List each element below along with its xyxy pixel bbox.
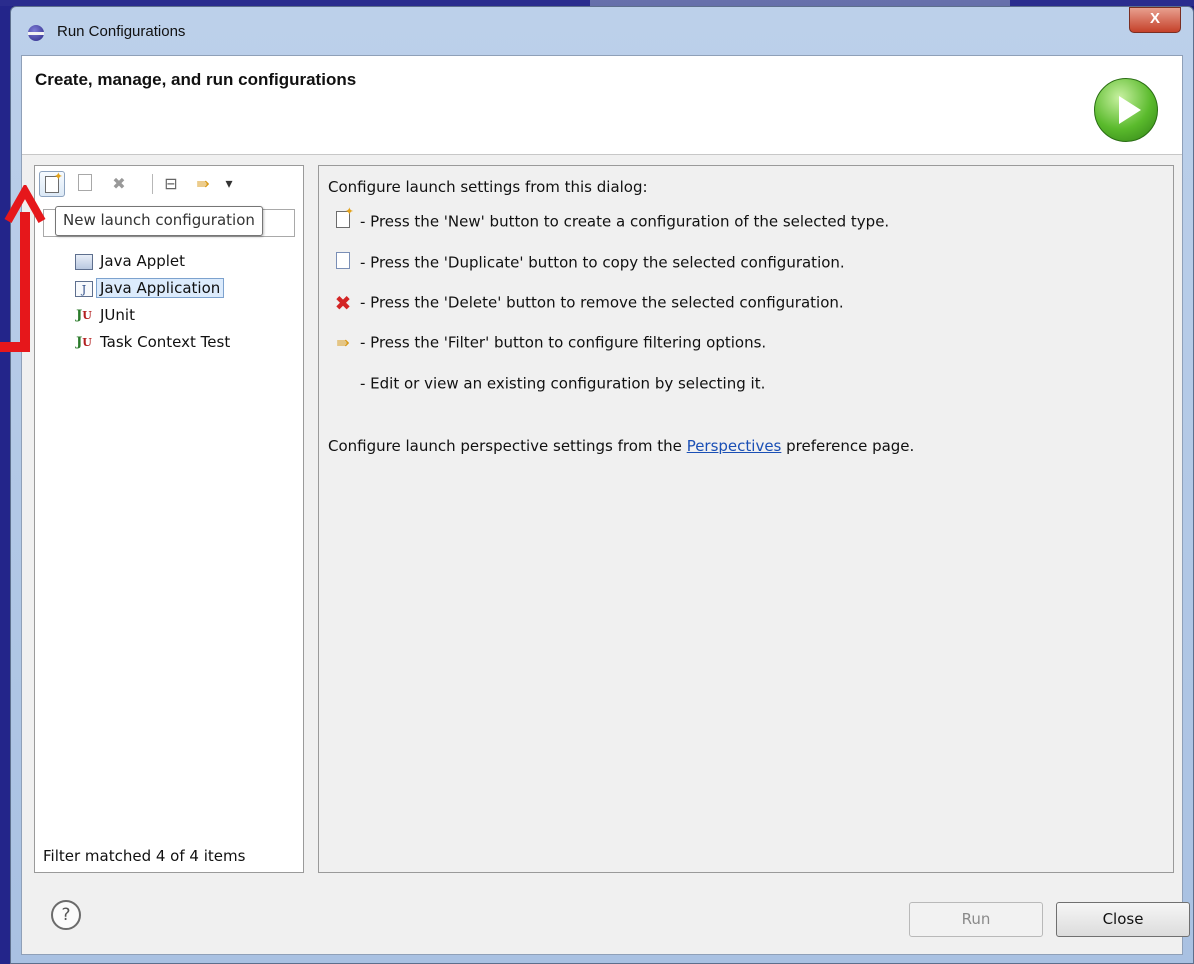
duplicate-icon	[332, 251, 354, 274]
configuration-tree: Java Applet J Java Application JU JUnit JU…	[75, 248, 230, 356]
tree-item-label: Task Context Test	[100, 333, 231, 351]
task-context-test-icon: JU	[76, 334, 92, 350]
chevron-down-icon[interactable]: ▾	[219, 174, 239, 194]
help-button[interactable]: ?	[51, 900, 81, 930]
tree-item-label: JUnit	[100, 306, 135, 324]
dialog-header: Create, manage, and run configurations	[22, 56, 1182, 155]
eclipse-icon	[28, 25, 44, 41]
dialog-client-area: Create, manage, and run configurations ✦…	[21, 55, 1190, 955]
info-line-delete: ✖ - Press the 'Delete' button to remove t…	[332, 289, 844, 315]
collapse-all-icon[interactable]: ⊟	[161, 174, 181, 194]
close-button[interactable]: Close	[1056, 902, 1190, 937]
filter-icon[interactable]: ⇛	[193, 174, 213, 194]
configuration-info-panel: Configure launch settings from this dial…	[318, 165, 1174, 873]
run-configurations-window: Run Configurations X Create, manage, and…	[10, 6, 1194, 964]
info-line-new: ✦ - Press the 'New' button to create a co…	[332, 206, 889, 234]
info-title: Configure launch settings from this dial…	[328, 178, 648, 196]
tree-item-task-context-test[interactable]: JU Task Context Test	[75, 329, 230, 356]
tree-item-junit[interactable]: JU JUnit	[75, 302, 230, 329]
window-title: Run Configurations	[57, 23, 186, 40]
new-config-tooltip: New launch configuration	[55, 206, 263, 236]
java-applet-icon	[75, 253, 93, 270]
annotation-arrow-foot	[0, 342, 30, 352]
duplicate-icon[interactable]	[75, 174, 95, 194]
tree-item-label: Java Application	[96, 278, 225, 298]
delete-icon[interactable]: ✖	[109, 174, 129, 194]
tree-item-java-applet[interactable]: Java Applet	[75, 248, 230, 275]
info-line-edit: - Edit or view an existing configuration…	[360, 374, 766, 393]
info-line-duplicate: - Press the 'Duplicate' button to copy t…	[332, 249, 845, 275]
toolbar-separator	[152, 174, 153, 194]
junit-icon: JU	[76, 307, 92, 323]
annotation-arrow-head	[4, 185, 46, 223]
filter-status-text: Filter matched 4 of 4 items	[43, 847, 246, 865]
annotation-arrow-shaft	[20, 212, 30, 352]
dialog-header-title: Create, manage, and run configurations	[35, 70, 357, 89]
run-button[interactable]: Run	[909, 902, 1043, 937]
new-config-icon: ✦	[332, 206, 354, 233]
info-line-filter: ⇛ - Press the 'Filter' button to configur…	[332, 329, 766, 355]
configuration-toolbar: ✦ ✖ ⊟ ⇛ ▾	[35, 166, 303, 202]
run-icon	[1094, 78, 1158, 142]
tree-item-java-application[interactable]: J Java Application	[75, 275, 230, 302]
filter-icon: ⇛	[336, 332, 350, 352]
configuration-tree-panel: ✦ ✖ ⊟ ⇛ ▾ New launch configuration Java …	[34, 165, 304, 873]
title-bar: Run Configurations X	[11, 7, 1193, 55]
perspectives-link[interactable]: Perspectives	[687, 437, 782, 455]
tree-item-label: Java Applet	[100, 252, 186, 270]
java-application-icon: J	[75, 280, 93, 297]
perspective-info: Configure launch perspective settings fr…	[328, 437, 915, 455]
window-close-button[interactable]: X	[1129, 7, 1181, 33]
delete-icon: ✖	[334, 290, 352, 315]
